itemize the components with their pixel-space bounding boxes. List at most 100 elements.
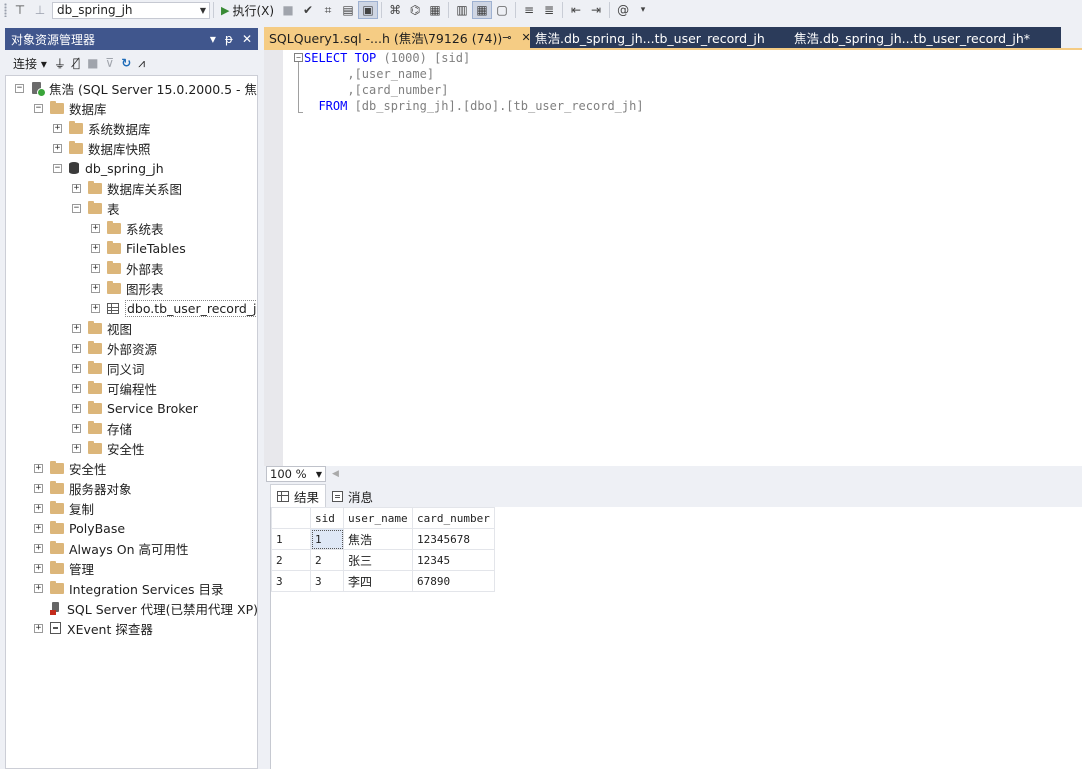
cell-card-number[interactable]: 12345678 [412, 528, 495, 550]
tree-node[interactable]: + 外部资源 [72, 338, 157, 358]
column-header-user-name[interactable]: user_name [343, 507, 413, 529]
pin-icon[interactable]: ⊤ [10, 1, 30, 19]
tab-results[interactable]: 结果 [270, 484, 327, 507]
row-number-header[interactable] [271, 507, 311, 529]
filter-icon[interactable]: ⊽ [105, 56, 114, 70]
tab-table-record[interactable]: 焦浩.db_spring_jh...tb_user_record_jh [530, 27, 794, 48]
increase-indent-icon[interactable]: ⇥ [586, 1, 606, 19]
template-params-icon[interactable]: @ [613, 1, 633, 19]
pin-icon[interactable]: ᵽ [225, 32, 233, 46]
expand-icon[interactable]: + [34, 523, 43, 533]
expand-icon[interactable]: + [91, 283, 100, 293]
expand-icon[interactable]: + [72, 403, 81, 413]
zoom-select[interactable]: 100 % ▼ [266, 466, 326, 482]
results-to-text-icon[interactable]: ▥ [452, 1, 472, 19]
scroll-left-icon[interactable]: ◀ [332, 469, 339, 479]
collapse-icon[interactable]: − [53, 163, 62, 173]
tree-node[interactable]: + Service Broker [72, 398, 198, 418]
database-select[interactable]: db_spring_jh ▼ [52, 1, 210, 19]
execute-button[interactable]: ▶ 执行(X) [217, 1, 278, 19]
intellisense-icon[interactable]: ▣ [358, 1, 379, 19]
column-header-sid[interactable]: sid [310, 507, 344, 529]
collapse-icon[interactable]: − [34, 103, 43, 113]
comment-icon[interactable]: ≡ [519, 1, 539, 19]
expand-icon[interactable]: + [34, 563, 43, 573]
tree-node[interactable]: + 安全性 [72, 438, 145, 458]
expand-icon[interactable]: + [91, 223, 100, 233]
tree-node[interactable]: + PolyBase [34, 518, 125, 538]
expand-icon[interactable]: + [53, 123, 62, 133]
row-number[interactable]: 3 [271, 570, 311, 592]
tree-node[interactable]: + Always On 高可用性 [34, 538, 189, 558]
cell-sid[interactable]: 2 [310, 549, 344, 571]
refresh-icon[interactable]: ↻ [121, 56, 131, 70]
tree-node[interactable]: + 可编程性 [72, 378, 157, 398]
expand-icon[interactable]: + [34, 583, 43, 593]
expand-icon[interactable]: + [34, 623, 43, 633]
tree-node[interactable]: + XEvent 探查器 [34, 618, 153, 638]
activity-monitor-icon[interactable]: ⩘ [138, 56, 145, 71]
connect-button[interactable]: 连接 ▾ [13, 55, 47, 72]
cell-user-name[interactable]: 焦浩 [343, 528, 413, 550]
tree-node[interactable]: + 视图 [72, 318, 132, 338]
tab-messages[interactable]: 消息 [326, 485, 379, 507]
expand-icon[interactable]: + [72, 183, 81, 193]
row-number[interactable]: 2 [271, 549, 311, 571]
expand-icon[interactable]: + [34, 503, 43, 513]
cell-user-name[interactable]: 张三 [343, 549, 413, 571]
estimated-plan-icon[interactable]: ⌗ [318, 1, 338, 19]
expand-icon[interactable]: + [91, 303, 100, 313]
tree-node[interactable]: + 数据库关系图 [72, 178, 182, 198]
parse-check-icon[interactable]: ✔ [298, 1, 318, 19]
cell-sid[interactable]: 1 [310, 528, 344, 550]
cell-user-name[interactable]: 李四 [343, 570, 413, 592]
filter-icon[interactable]: ⊥ [30, 1, 50, 19]
expand-icon[interactable]: + [34, 543, 43, 553]
toolbar-grip[interactable] [4, 3, 7, 17]
disconnect-icon[interactable]: ⏚̸ [73, 56, 80, 70]
tree-node[interactable]: + dbo.tb_user_record_jh [91, 298, 257, 318]
close-icon[interactable]: ✕ [242, 32, 252, 46]
tab-sqlquery1[interactable]: SQLQuery1.sql -...h (焦浩\79126 (74)) ⊸ ✕ [264, 27, 531, 48]
tree-node[interactable]: + 服务器对象 [34, 478, 132, 498]
tree-node[interactable]: − 焦浩 (SQL Server 15.0.2000.5 - 焦浩\ [15, 78, 257, 98]
tree-node[interactable]: − db_spring_jh [53, 158, 164, 178]
expand-icon[interactable]: + [72, 343, 81, 353]
tree-node[interactable]: + 管理 [34, 558, 94, 578]
expand-icon[interactable]: + [72, 423, 81, 433]
tree-node[interactable]: − 数据库 [34, 98, 107, 118]
stop-icon[interactable]: ■ [87, 56, 98, 70]
expand-icon[interactable]: + [72, 363, 81, 373]
tree-node[interactable]: + 安全性 [34, 458, 107, 478]
decrease-indent-icon[interactable]: ⇤ [566, 1, 586, 19]
results-to-file-icon[interactable]: ▢ [492, 1, 512, 19]
column-header-card-number[interactable]: card_number [412, 507, 495, 529]
tree-node[interactable]: + 同义词 [72, 358, 145, 378]
tree-node[interactable]: + 存储 [72, 418, 132, 438]
tree-node[interactable]: + 数据库快照 [53, 138, 151, 158]
collapse-icon[interactable]: − [15, 83, 24, 93]
actual-plan-icon[interactable]: ⌘ [385, 1, 405, 19]
dropdown-icon[interactable]: ▾ [210, 32, 216, 46]
tree-node[interactable]: + 复制 [34, 498, 94, 518]
row-number[interactable]: 1 [271, 528, 311, 550]
tree-node[interactable]: + Integration Services 目录 [34, 578, 224, 598]
expand-icon[interactable]: + [34, 483, 43, 493]
tree-node[interactable]: + FileTables [91, 238, 186, 258]
stop-icon[interactable]: ■ [278, 1, 298, 19]
query-options-icon[interactable]: ▤ [338, 1, 358, 19]
tree-node[interactable]: + 系统表 [91, 218, 164, 238]
tree-node[interactable]: SQL Server 代理(已禁用代理 XP) [34, 598, 257, 618]
toolbar-overflow-icon[interactable]: ▾ [633, 1, 653, 19]
tree-node[interactable]: − 表 [72, 198, 120, 218]
tree-node[interactable]: + 系统数据库 [53, 118, 151, 138]
connect-plug-icon[interactable]: ⏚ [54, 55, 66, 72]
cell-card-number[interactable]: 12345 [412, 549, 495, 571]
live-stats-icon[interactable]: ⌬ [405, 1, 425, 19]
collapse-icon[interactable]: − [72, 203, 81, 213]
expand-icon[interactable]: + [72, 443, 81, 453]
expand-icon[interactable]: + [34, 463, 43, 473]
expand-icon[interactable]: + [91, 263, 100, 273]
expand-icon[interactable]: + [72, 383, 81, 393]
tree-node[interactable]: + 图形表 [91, 278, 164, 298]
